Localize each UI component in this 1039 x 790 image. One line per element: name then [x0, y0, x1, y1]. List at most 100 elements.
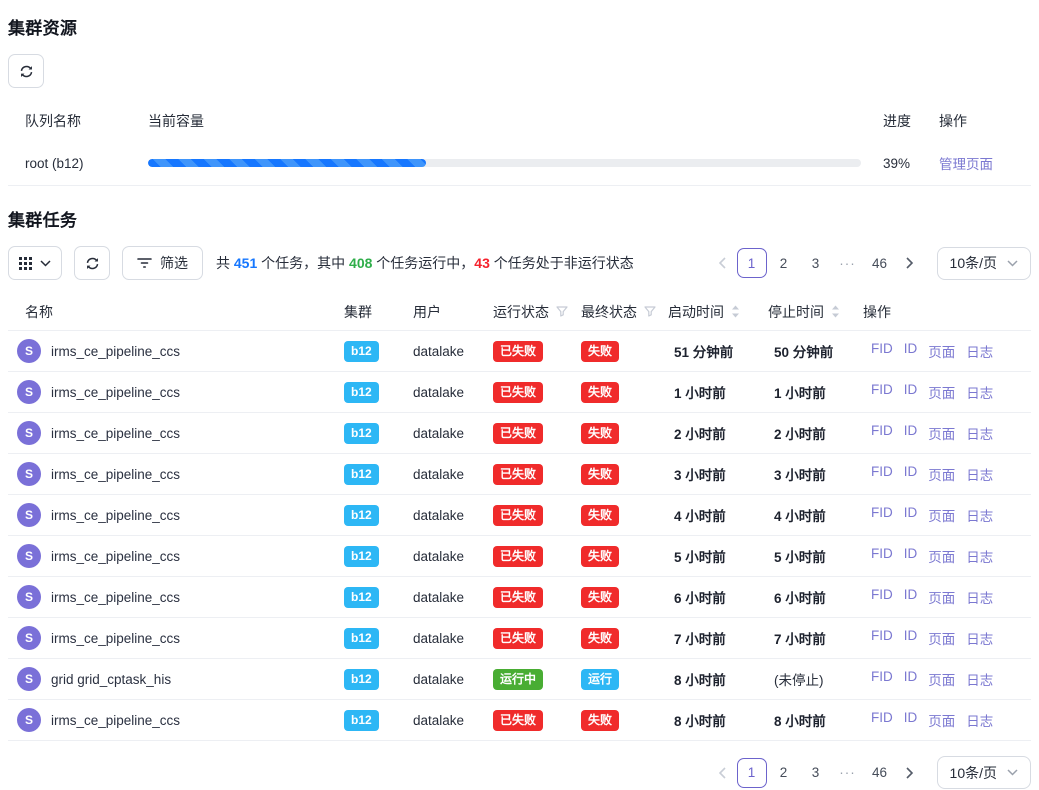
fid-link[interactable]: FID: [871, 546, 893, 566]
log-link[interactable]: 日志: [966, 382, 993, 402]
fid-link[interactable]: FID: [871, 505, 893, 525]
summary-prefix: 共: [216, 255, 234, 271]
pagination-page-3[interactable]: 3: [801, 248, 831, 278]
manage-page-link[interactable]: 管理页面: [939, 157, 993, 172]
run-status-badge: 已失败: [493, 505, 543, 526]
final-status-badge: 失败: [581, 505, 619, 526]
tasks-refresh-button[interactable]: [74, 246, 110, 280]
log-link[interactable]: 日志: [966, 464, 993, 484]
pagination-page-2[interactable]: 2: [769, 248, 799, 278]
id-link[interactable]: ID: [904, 587, 918, 607]
page-link[interactable]: 页面: [928, 710, 955, 730]
page-size-select[interactable]: 10条/页: [937, 247, 1031, 280]
page-link[interactable]: 页面: [928, 546, 955, 566]
pagination-page-1[interactable]: 1: [737, 758, 767, 788]
row-actions: FID ID 页面 日志: [863, 587, 1031, 607]
id-link[interactable]: ID: [904, 341, 918, 361]
run-status-header: 运行状态: [493, 302, 581, 322]
progress-bar: [148, 159, 861, 167]
stop-time-header: 停止时间: [768, 302, 863, 322]
page-link[interactable]: 页面: [928, 587, 955, 607]
sort-icon[interactable]: [731, 305, 740, 318]
pagination-next[interactable]: [897, 758, 923, 788]
id-link[interactable]: ID: [904, 382, 918, 402]
page-link[interactable]: 页面: [928, 341, 955, 361]
avatar: S: [17, 626, 41, 650]
capacity-cell: [148, 159, 883, 167]
pagination-page-46[interactable]: 46: [865, 248, 895, 278]
resources-refresh-button[interactable]: [8, 54, 44, 88]
table-row: S irms_ce_pipeline_ccs b12 datalake 已失败 …: [8, 618, 1031, 659]
stop-time: 5 小时前: [768, 546, 863, 566]
log-link[interactable]: 日志: [966, 710, 993, 730]
page-link[interactable]: 页面: [928, 628, 955, 648]
log-link[interactable]: 日志: [966, 505, 993, 525]
fid-link[interactable]: FID: [871, 587, 893, 607]
column-settings-button[interactable]: [8, 246, 62, 280]
id-link[interactable]: ID: [904, 669, 918, 689]
avatar: S: [17, 667, 41, 691]
cluster-tag: b12: [344, 669, 379, 690]
queue-row: root (b12) 39% 管理页面: [8, 141, 1031, 186]
id-link[interactable]: ID: [904, 710, 918, 730]
user-name: datalake: [413, 385, 493, 400]
refresh-icon: [19, 64, 34, 79]
page-size-select[interactable]: 10条/页: [937, 756, 1031, 789]
log-link[interactable]: 日志: [966, 669, 993, 689]
id-link[interactable]: ID: [904, 628, 918, 648]
log-link[interactable]: 日志: [966, 546, 993, 566]
progress-fill: [148, 159, 426, 167]
filter-funnel-icon[interactable]: [556, 306, 568, 317]
fid-link[interactable]: FID: [871, 628, 893, 648]
log-link[interactable]: 日志: [966, 423, 993, 443]
sort-icon[interactable]: [831, 305, 840, 318]
pagination-prev[interactable]: [709, 248, 735, 278]
fid-link[interactable]: FID: [871, 669, 893, 689]
pagination-ellipsis[interactable]: ···: [833, 758, 863, 788]
pagination-page-46[interactable]: 46: [865, 758, 895, 788]
pagination-next[interactable]: [897, 248, 923, 278]
cluster-tasks-section: 集群任务: [8, 206, 1031, 789]
page-link[interactable]: 页面: [928, 423, 955, 443]
id-link[interactable]: ID: [904, 464, 918, 484]
page-link[interactable]: 页面: [928, 505, 955, 525]
filter-button[interactable]: 筛选: [122, 246, 203, 280]
pagination-page-3[interactable]: 3: [801, 758, 831, 788]
name-header: 名称: [8, 302, 344, 322]
filter-funnel-icon[interactable]: [644, 306, 656, 317]
id-link[interactable]: ID: [904, 423, 918, 443]
start-time-header: 启动时间: [668, 302, 768, 322]
start-time: 5 小时前: [668, 546, 768, 566]
cluster-tag: b12: [344, 505, 379, 526]
avatar: S: [17, 380, 41, 404]
id-link[interactable]: ID: [904, 505, 918, 525]
id-link[interactable]: ID: [904, 546, 918, 566]
row-actions: FID ID 页面 日志: [863, 710, 1031, 730]
pagination-page-2[interactable]: 2: [769, 758, 799, 788]
start-time: 51 分钟前: [668, 341, 768, 361]
stop-time: 7 小时前: [768, 628, 863, 648]
run-status-badge: 已失败: [493, 546, 543, 567]
fid-link[interactable]: FID: [871, 341, 893, 361]
row-actions: FID ID 页面 日志: [863, 464, 1031, 484]
page-link[interactable]: 页面: [928, 669, 955, 689]
pagination-ellipsis[interactable]: ···: [833, 248, 863, 278]
log-link[interactable]: 日志: [966, 628, 993, 648]
row-actions: FID ID 页面 日志: [863, 382, 1031, 402]
fid-link[interactable]: FID: [871, 382, 893, 402]
log-link[interactable]: 日志: [966, 587, 993, 607]
filter-lines-icon: [137, 257, 152, 269]
row-actions: FID ID 页面 日志: [863, 546, 1031, 566]
fid-link[interactable]: FID: [871, 423, 893, 443]
log-link[interactable]: 日志: [966, 341, 993, 361]
progress-value: 39%: [883, 156, 939, 171]
table-row: S irms_ce_pipeline_ccs b12 datalake 已失败 …: [8, 331, 1031, 372]
task-name: irms_ce_pipeline_ccs: [51, 549, 180, 564]
pagination-prev[interactable]: [709, 758, 735, 788]
page-link[interactable]: 页面: [928, 464, 955, 484]
page: 集群资源 队列名称 当前容量 进度 操作 root (b12): [0, 0, 1039, 789]
fid-link[interactable]: FID: [871, 710, 893, 730]
page-link[interactable]: 页面: [928, 382, 955, 402]
pagination-page-1[interactable]: 1: [737, 248, 767, 278]
fid-link[interactable]: FID: [871, 464, 893, 484]
